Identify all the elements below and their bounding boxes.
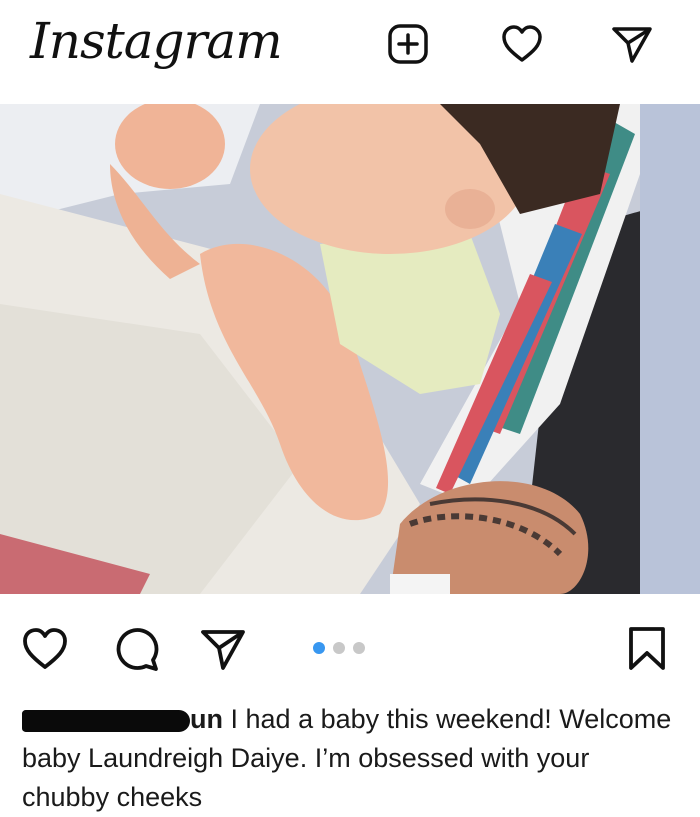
comment-icon[interactable] xyxy=(112,624,162,674)
post-caption: un I had a baby this weekend! Welcome ba… xyxy=(22,700,682,817)
caption-text-line1: I had a baby this weekend! xyxy=(230,704,552,734)
carousel-dot xyxy=(333,642,345,654)
top-bar: Instagram xyxy=(0,0,700,104)
redacted-username-bar xyxy=(22,709,190,732)
post-image[interactable] xyxy=(0,104,700,594)
baby-photo xyxy=(0,104,700,594)
carousel-dot-active xyxy=(313,642,325,654)
instagram-logo[interactable]: Instagram xyxy=(30,6,283,76)
share-icon[interactable] xyxy=(198,624,248,674)
like-icon[interactable] xyxy=(20,624,70,674)
carousel-indicator xyxy=(313,642,377,656)
carousel-dot xyxy=(353,642,365,654)
bookmark-icon[interactable] xyxy=(622,624,672,674)
direct-message-icon[interactable] xyxy=(610,22,654,66)
heart-icon[interactable] xyxy=(500,22,544,66)
username[interactable]: un xyxy=(190,704,223,734)
add-post-icon[interactable] xyxy=(386,22,430,66)
